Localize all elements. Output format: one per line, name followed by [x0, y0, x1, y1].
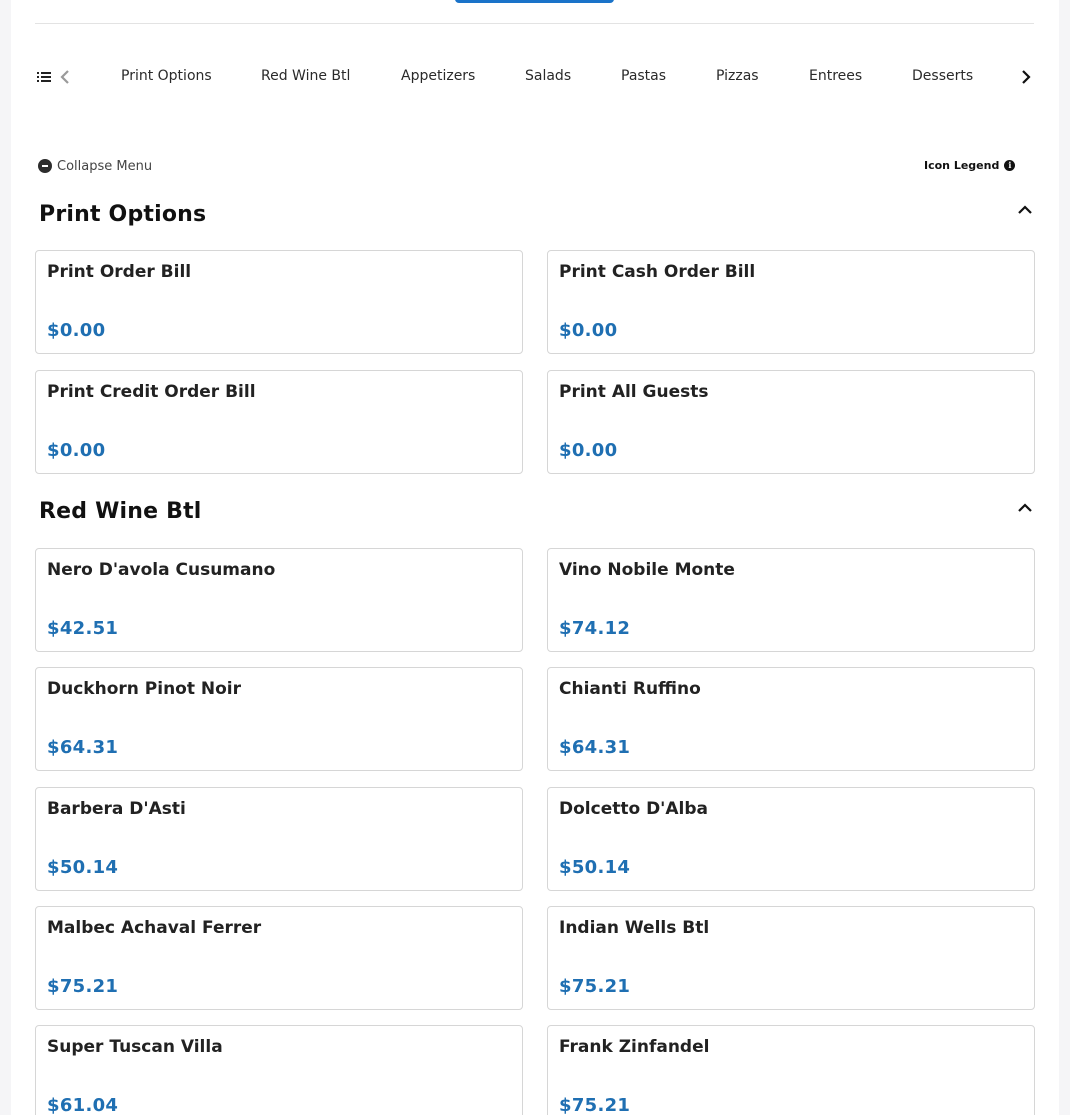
- menu-item-card[interactable]: Dolcetto D'Alba $50.14: [547, 787, 1035, 891]
- item-price: $61.04: [47, 1095, 119, 1115]
- tab-appetizers[interactable]: Appetizers: [401, 68, 475, 84]
- item-name: Print Order Bill: [47, 262, 192, 282]
- item-name: Chianti Ruffino: [559, 679, 701, 699]
- item-name: Barbera D'Asti: [47, 799, 186, 819]
- menu-item-card[interactable]: Barbera D'Asti $50.14: [35, 787, 523, 891]
- menu-item-card[interactable]: Print Credit Order Bill $0.00: [35, 370, 523, 474]
- item-price: $50.14: [559, 857, 631, 878]
- item-price: $64.31: [47, 737, 119, 758]
- tab-pizzas[interactable]: Pizzas: [716, 68, 759, 84]
- item-name: Duckhorn Pinot Noir: [47, 679, 242, 699]
- item-price: $0.00: [47, 320, 106, 341]
- item-price: $74.12: [559, 618, 631, 639]
- minus-circle-icon: [38, 159, 52, 173]
- item-price: $50.14: [47, 857, 119, 878]
- menu-item-card[interactable]: Frank Zinfandel $75.21: [547, 1025, 1035, 1115]
- chevron-right-icon[interactable]: [1020, 69, 1032, 85]
- menu-item-card[interactable]: Duckhorn Pinot Noir $64.31: [35, 667, 523, 771]
- category-nav: Print Options Red Wine Btl Appetizers Sa…: [35, 60, 1034, 96]
- tab-red-wine-btl[interactable]: Red Wine Btl: [261, 68, 350, 84]
- menu-item-card[interactable]: Indian Wells Btl $75.21: [547, 906, 1035, 1010]
- chevron-left-icon[interactable]: [59, 69, 71, 85]
- info-icon: i: [1004, 159, 1016, 171]
- item-price: $0.00: [559, 440, 618, 461]
- top-bar: [35, 0, 1034, 24]
- item-name: Print All Guests: [559, 382, 709, 402]
- menu-item-card[interactable]: Print All Guests $0.00: [547, 370, 1035, 474]
- collapse-menu-button[interactable]: Collapse Menu: [38, 157, 152, 175]
- tab-salads[interactable]: Salads: [525, 68, 571, 84]
- top-action-button[interactable]: [455, 0, 614, 3]
- chevron-up-icon[interactable]: [1017, 501, 1033, 513]
- tab-print-options[interactable]: Print Options: [121, 68, 212, 84]
- list-icon[interactable]: [37, 70, 51, 84]
- menu-item-card[interactable]: Print Order Bill $0.00: [35, 250, 523, 354]
- item-name: Malbec Achaval Ferrer: [47, 918, 262, 938]
- item-price: $75.21: [47, 976, 119, 997]
- item-price: $64.31: [559, 737, 631, 758]
- item-name: Print Credit Order Bill: [47, 382, 256, 402]
- item-name: Print Cash Order Bill: [559, 262, 756, 282]
- item-name: Frank Zinfandel: [559, 1037, 710, 1057]
- menu-item-card[interactable]: Print Cash Order Bill $0.00: [547, 250, 1035, 354]
- item-price: $75.21: [559, 1095, 631, 1115]
- menu-item-card[interactable]: Vino Nobile Monte $74.12: [547, 548, 1035, 652]
- item-name: Nero D'avola Cusumano: [47, 560, 276, 580]
- menu-item-card[interactable]: Malbec Achaval Ferrer $75.21: [35, 906, 523, 1010]
- item-name: Super Tuscan Villa: [47, 1037, 223, 1057]
- item-price: $75.21: [559, 976, 631, 997]
- menu-item-card[interactable]: Chianti Ruffino $64.31: [547, 667, 1035, 771]
- tab-desserts[interactable]: Desserts: [912, 68, 973, 84]
- item-name: Vino Nobile Monte: [559, 560, 735, 580]
- tab-pastas[interactable]: Pastas: [621, 68, 666, 84]
- icon-legend-label: Icon Legend: [924, 158, 1000, 172]
- chevron-up-icon[interactable]: [1017, 203, 1033, 215]
- item-name: Dolcetto D'Alba: [559, 799, 709, 819]
- item-price: $0.00: [559, 320, 618, 341]
- menu-page: Print Options Red Wine Btl Appetizers Sa…: [11, 0, 1059, 1115]
- item-name: Indian Wells Btl: [559, 918, 710, 938]
- section-title-red-wine-btl: Red Wine Btl: [39, 499, 202, 524]
- menu-item-card[interactable]: Nero D'avola Cusumano $42.51: [35, 548, 523, 652]
- section-title-print-options: Print Options: [39, 202, 207, 227]
- tab-entrees[interactable]: Entrees: [809, 68, 862, 84]
- item-price: $0.00: [47, 440, 106, 461]
- menu-item-card[interactable]: Super Tuscan Villa $61.04: [35, 1025, 523, 1115]
- icon-legend-button[interactable]: Icon Legend i: [924, 157, 1016, 173]
- collapse-menu-label: Collapse Menu: [57, 158, 153, 174]
- item-price: $42.51: [47, 618, 119, 639]
